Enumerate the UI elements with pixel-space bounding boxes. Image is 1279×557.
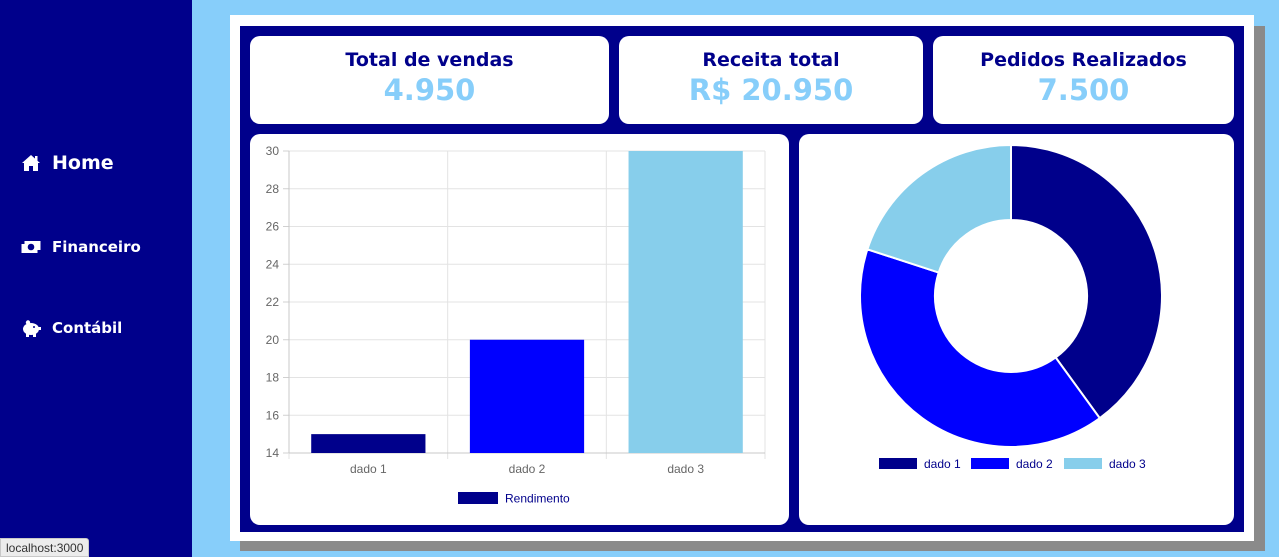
y-tick-label: 16: [266, 408, 280, 422]
status-bar-url: localhost:3000: [0, 538, 90, 557]
x-tick-label: dado 2: [509, 462, 546, 476]
legend-label: dado 1: [924, 457, 961, 471]
sidebar-item-financeiro[interactable]: Financeiro: [20, 238, 141, 256]
kpi-title: Receita total: [702, 49, 840, 71]
bar-dado-2: [469, 339, 585, 453]
sidebar-item-label: Financeiro: [52, 238, 141, 256]
y-tick-label: 14: [266, 446, 280, 460]
kpi-card-pedidos-realizados: Pedidos Realizados 7.500: [933, 36, 1234, 124]
legend-swatch: [1064, 458, 1102, 469]
sidebar-item-contabil[interactable]: Contábil: [20, 319, 122, 337]
y-tick-label: 24: [266, 257, 280, 271]
y-tick-label: 22: [266, 295, 280, 309]
kpi-title: Pedidos Realizados: [980, 49, 1187, 71]
sidebar: Home Financeiro Contábil: [0, 0, 192, 557]
bar-dado-1: [311, 434, 426, 453]
kpi-value: R$ 20.950: [688, 73, 854, 107]
legend-swatch: [458, 492, 498, 504]
bar-chart-card: 14 16 18 20 22 24 26 28 30 dado 1 dado 2 dado 3 Rend…: [250, 134, 789, 525]
kpi-card-receita-total: Receita total R$ 20.950: [619, 36, 923, 124]
y-tick-label: 20: [266, 333, 280, 347]
kpi-value: 7.500: [1037, 73, 1130, 107]
donut-chart: dado 1 dado 2 dado 3: [859, 143, 1163, 471]
y-tick-label: 26: [266, 220, 280, 234]
legend-swatch: [971, 458, 1009, 469]
sidebar-item-home[interactable]: Home: [20, 152, 114, 174]
x-tick-label: dado 1: [350, 462, 387, 476]
donut-chart-card: dado 1 dado 2 dado 3: [799, 134, 1234, 525]
money-bill-icon: [20, 240, 42, 254]
legend-label: Rendimento: [505, 492, 570, 506]
slice-dado-2: [859, 248, 1102, 448]
y-tick-label: 30: [266, 144, 280, 158]
kpi-card-total-vendas: Total de vendas 4.950: [250, 36, 609, 124]
bar-chart: 14 16 18 20 22 24 26 28 30 dado 1 dado 2 dado 3 Rend…: [266, 144, 766, 506]
bar-dado-3: [628, 151, 743, 453]
kpi-value: 4.950: [383, 73, 476, 107]
piggy-bank-icon: [20, 319, 42, 337]
kpi-title: Total de vendas: [345, 49, 514, 71]
slice-dado-3: [866, 143, 1012, 274]
y-tick-label: 18: [266, 371, 280, 385]
x-tick-label: dado 3: [667, 462, 704, 476]
sidebar-item-label: Contábil: [52, 319, 123, 337]
legend-swatch: [879, 458, 917, 469]
sidebar-item-label: Home: [52, 152, 114, 174]
legend-label: dado 3: [1109, 457, 1146, 471]
y-tick-label: 28: [266, 182, 280, 196]
legend-label: dado 2: [1016, 457, 1053, 471]
home-icon: [20, 154, 42, 172]
